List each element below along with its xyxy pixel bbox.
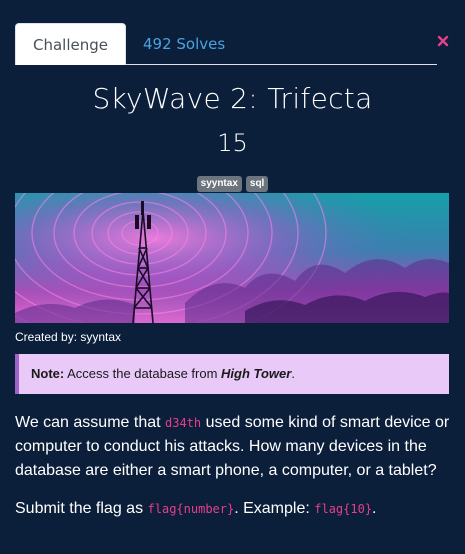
challenge-description: We can assume that d34th used some kind … [15,411,455,535]
description-text: We can assume that [15,414,165,431]
note-text-end: . [291,366,295,381]
note-text: Access the database from [64,366,222,381]
challenge-title: SkyWave 2: Trifecta [92,82,373,115]
note-label: Note: [31,366,65,381]
tab-challenge[interactable]: Challenge [15,23,126,65]
challenge-tags: syyntax sql [0,176,465,192]
tag-badge: sql [245,176,269,192]
close-icon [437,35,449,47]
tab-solves[interactable]: 492 Solves [126,23,242,65]
challenge-points: 15 [217,129,248,157]
inline-code: d34th [165,416,202,430]
note-emphasis: High Tower [221,366,292,381]
challenge-banner-image [15,193,449,323]
description-text: . Example: [234,500,315,517]
challenge-modal: Challenge 492 Solves SkyWave 2: Trifecta… [0,0,465,554]
inline-code: flag{10} [314,502,373,516]
description-text: . [372,500,377,517]
challenge-tabs: Challenge 492 Solves [15,23,437,65]
tag-badge: syyntax [196,176,242,192]
inline-code: flag{number} [147,502,235,516]
description-paragraph: We can assume that d34th used some kind … [15,411,455,483]
challenge-author: Created by: syyntax [15,330,122,344]
description-paragraph: Submit the flag as flag{number}. Example… [15,497,455,521]
description-text: Submit the flag as [15,500,148,517]
close-button[interactable] [436,33,450,47]
note-callout: Note: Access the database from High Towe… [15,354,449,394]
